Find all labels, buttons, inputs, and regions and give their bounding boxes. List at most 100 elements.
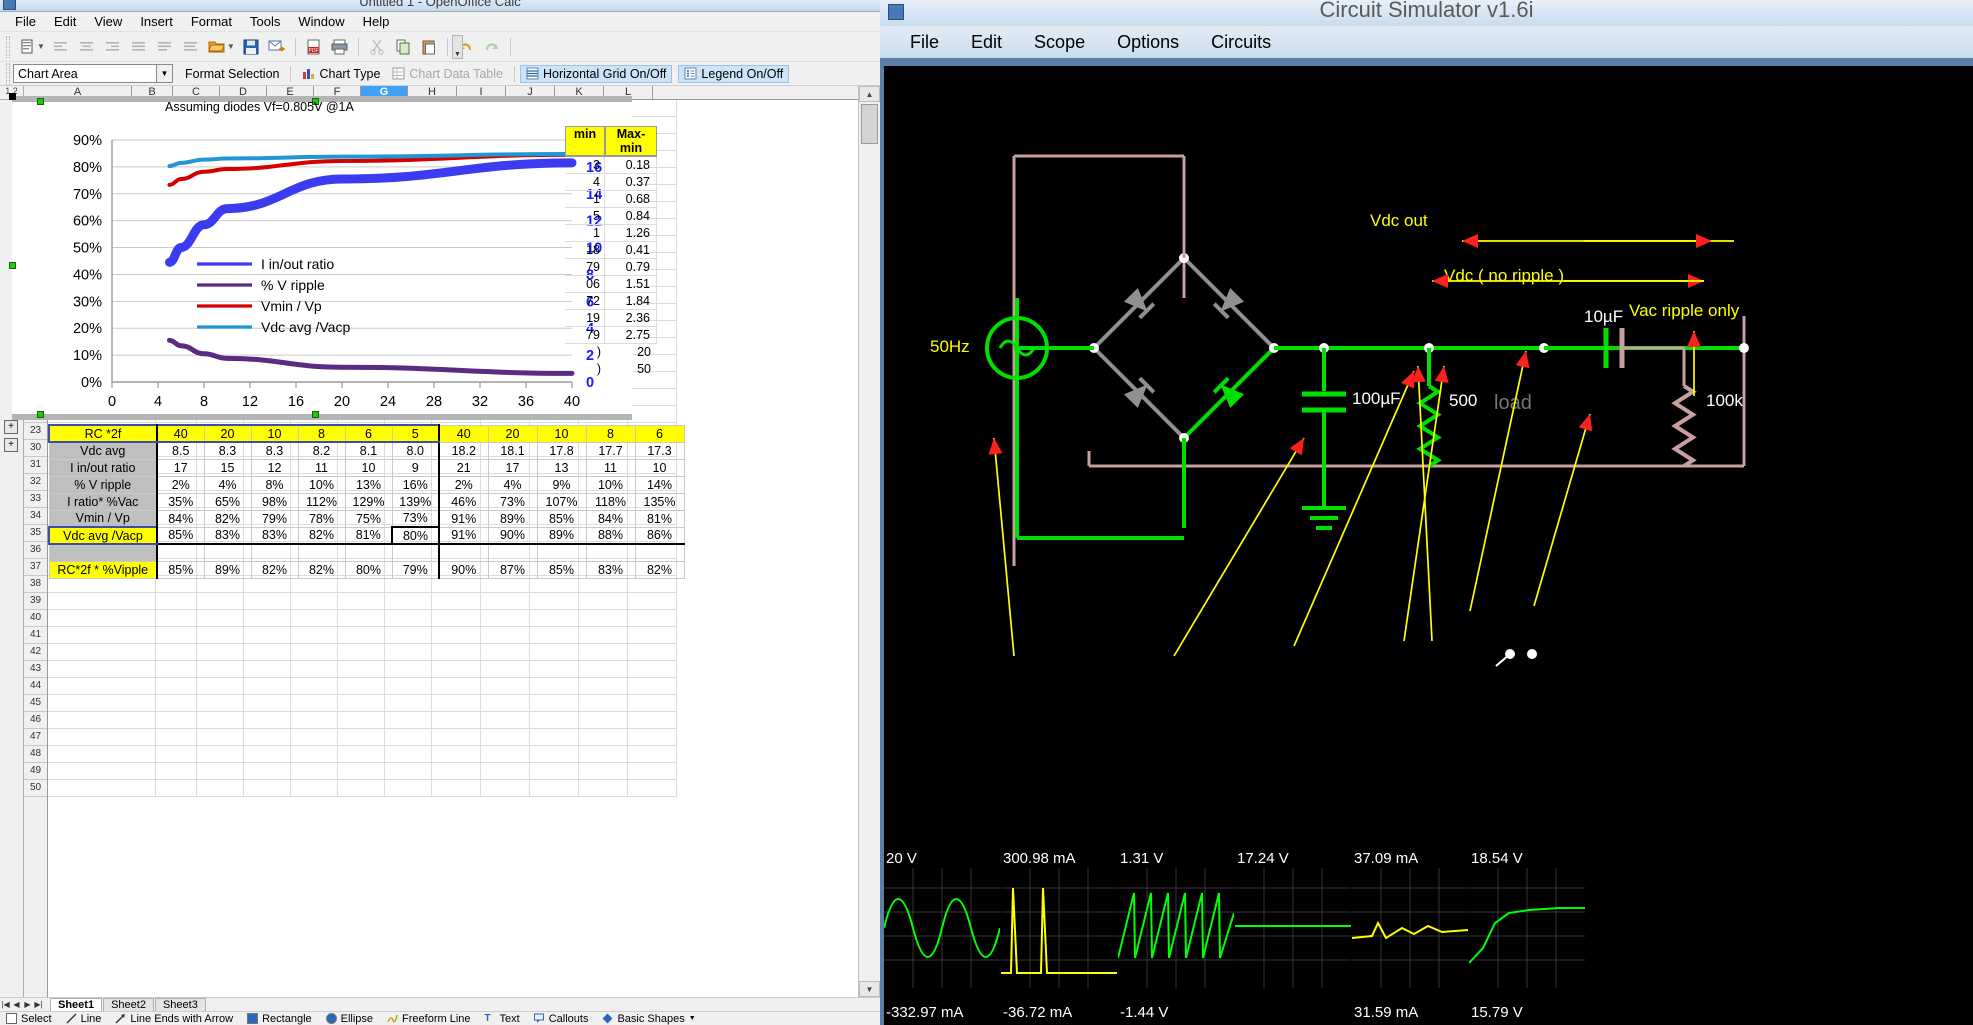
grid-cell[interactable] — [291, 695, 338, 712]
grid-cell[interactable] — [197, 627, 244, 644]
grid-cell[interactable] — [197, 576, 244, 593]
grid-cell[interactable] — [197, 593, 244, 610]
grid-cell[interactable] — [156, 661, 197, 678]
tool-line[interactable]: Line — [66, 1013, 101, 1025]
grid-cell[interactable] — [432, 610, 481, 627]
sheet-tab-sheet1[interactable]: Sheet1 — [50, 997, 103, 1012]
menu-format[interactable]: Format — [182, 13, 241, 30]
open-dropdown-icon[interactable]: ▼ — [227, 42, 235, 51]
chart-handle-tl[interactable] — [9, 93, 16, 100]
grid-cell[interactable] — [197, 780, 244, 797]
grid-cell[interactable] — [579, 627, 628, 644]
sim-menu-circuits[interactable]: Circuits — [1195, 30, 1287, 55]
grid-cell[interactable] — [432, 729, 481, 746]
row-header-33[interactable]: 33 — [24, 491, 47, 508]
print-icon[interactable] — [328, 35, 352, 59]
grid-cell[interactable] — [579, 661, 628, 678]
grid-cell[interactable] — [156, 627, 197, 644]
grid-cell[interactable] — [385, 627, 432, 644]
grid-cell[interactable] — [156, 712, 197, 729]
grid-cell[interactable] — [432, 627, 481, 644]
menu-file[interactable]: File — [6, 13, 45, 30]
grid-cell[interactable] — [628, 729, 677, 746]
scope-diode-current[interactable]: 300.98 mA -36.72 mA — [1001, 850, 1117, 1025]
row-header-50[interactable]: 50 — [24, 780, 47, 797]
grid-cell[interactable] — [291, 729, 338, 746]
grid-cell[interactable] — [481, 593, 530, 610]
align-center-icon[interactable] — [75, 35, 99, 59]
grid-cell[interactable] — [579, 610, 628, 627]
grid-cell[interactable] — [338, 593, 385, 610]
grid-cell[interactable] — [432, 576, 481, 593]
horizontal-grid-toggle[interactable]: Horizontal Grid On/Off — [519, 64, 673, 83]
grid-cell[interactable] — [197, 763, 244, 780]
grid-cell[interactable] — [48, 661, 156, 678]
grid-cell[interactable] — [244, 576, 291, 593]
format-selection-button[interactable]: Format Selection — [179, 65, 285, 83]
grid-cell[interactable] — [530, 576, 579, 593]
grid-cell[interactable] — [197, 644, 244, 661]
tool-callouts[interactable]: Callouts — [533, 1013, 588, 1025]
grid-cell[interactable] — [244, 780, 291, 797]
grid-cell[interactable] — [481, 780, 530, 797]
scope-cap-ripple[interactable]: 1.31 V -1.44 V — [1118, 850, 1234, 1025]
scope-dc-out[interactable]: 17.24 V — [1235, 850, 1351, 1025]
tool-rectangle[interactable]: Rectangle — [247, 1013, 312, 1025]
grid-cell[interactable] — [48, 780, 156, 797]
grid-cell[interactable] — [579, 763, 628, 780]
grid-cell[interactable] — [628, 100, 677, 117]
grid-cell[interactable] — [432, 593, 481, 610]
first-sheet-button[interactable]: |◀ — [0, 1000, 11, 1009]
legend-toggle[interactable]: Legend On/Off — [678, 64, 790, 83]
new-doc-icon[interactable] — [15, 35, 39, 59]
scroll-down-arrow[interactable]: ▼ — [859, 981, 880, 997]
row-header-47[interactable]: 47 — [24, 729, 47, 746]
grid-cell[interactable] — [530, 661, 579, 678]
grid-cell[interactable] — [481, 712, 530, 729]
grid-cell[interactable] — [197, 661, 244, 678]
grid-cell[interactable] — [48, 576, 156, 593]
grid-cell[interactable] — [579, 780, 628, 797]
line-spacing-icon[interactable] — [179, 35, 203, 59]
grid-cell[interactable] — [291, 610, 338, 627]
scope-filtered-dc[interactable]: 18.54 V 15.79 V — [1469, 850, 1585, 1025]
grid-cell[interactable] — [156, 678, 197, 695]
row-header-42[interactable]: 42 — [24, 644, 47, 661]
grid-cell[interactable] — [579, 729, 628, 746]
grid-cell[interactable] — [197, 695, 244, 712]
grid-cell[interactable] — [156, 593, 197, 610]
row-header-41[interactable]: 41 — [24, 627, 47, 644]
grid-cell[interactable] — [385, 695, 432, 712]
grid-cell[interactable] — [481, 661, 530, 678]
grid-cell[interactable] — [432, 780, 481, 797]
grid-cell[interactable] — [156, 610, 197, 627]
redo-icon[interactable] — [480, 35, 504, 59]
grid-cell[interactable] — [244, 661, 291, 678]
row-header-48[interactable]: 48 — [24, 746, 47, 763]
sim-menu-options[interactable]: Options — [1101, 30, 1195, 55]
grid-cell[interactable] — [385, 729, 432, 746]
grid-cell[interactable] — [48, 729, 156, 746]
grid-cell[interactable] — [244, 695, 291, 712]
toolbar-overflow-button[interactable]: ▼ — [452, 35, 463, 59]
grid-cell[interactable] — [579, 593, 628, 610]
grid-cell[interactable] — [385, 576, 432, 593]
tool-basic-shapes[interactable]: Basic Shapes ▼ — [602, 1013, 696, 1025]
grid-cell[interactable] — [338, 678, 385, 695]
grid-cell[interactable] — [432, 678, 481, 695]
menu-window[interactable]: Window — [289, 13, 353, 30]
row-header-45[interactable]: 45 — [24, 695, 47, 712]
grid-cell[interactable] — [628, 406, 677, 423]
grid-cell[interactable] — [197, 746, 244, 763]
grid-cell[interactable] — [156, 576, 197, 593]
grid-cell[interactable] — [628, 780, 677, 797]
chart-element-select[interactable]: Chart Area ▼ — [13, 64, 173, 83]
grid-cell[interactable] — [197, 678, 244, 695]
chartbar-grip[interactable] — [6, 62, 10, 85]
toolbar-grip[interactable] — [6, 35, 10, 58]
row-header-38[interactable]: 38 — [24, 576, 47, 593]
grid-cell[interactable] — [244, 712, 291, 729]
grid-cell[interactable] — [481, 576, 530, 593]
grid-cell[interactable] — [244, 763, 291, 780]
grid-cell[interactable] — [579, 644, 628, 661]
